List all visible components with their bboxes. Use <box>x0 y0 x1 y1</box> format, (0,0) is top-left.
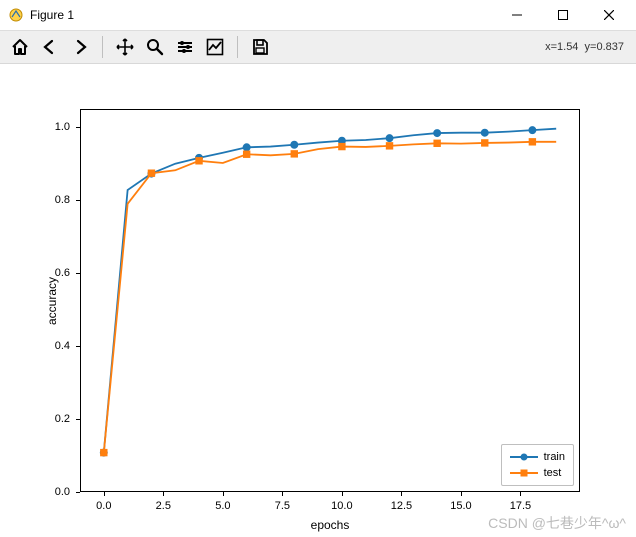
toolbar-divider <box>237 36 238 58</box>
home-button[interactable] <box>6 34 34 60</box>
y-tick <box>76 200 80 201</box>
zoom-button[interactable] <box>141 34 169 60</box>
y-tick-label: 0.8 <box>55 194 70 206</box>
y-tick-label: 0.4 <box>55 340 70 352</box>
legend-label: test <box>544 467 562 479</box>
forward-button[interactable] <box>66 34 94 60</box>
x-tick <box>401 492 402 496</box>
marker-test <box>291 151 297 157</box>
title-bar: Figure 1 <box>0 0 636 31</box>
legend: train test <box>501 444 574 486</box>
marker-test <box>101 449 107 455</box>
legend-entry-train: train <box>510 449 565 465</box>
y-tick-label: 1.0 <box>55 121 70 133</box>
marker-test <box>196 158 202 164</box>
x-tick <box>104 492 105 496</box>
figure-window: Figure 1 <box>0 0 636 537</box>
marker-test <box>386 143 392 149</box>
series-line-test <box>104 142 556 453</box>
x-axis-label: epochs <box>311 518 350 532</box>
marker-test <box>529 139 535 145</box>
marker-train <box>243 144 250 151</box>
y-tick <box>76 127 80 128</box>
back-button[interactable] <box>36 34 64 60</box>
y-tick <box>76 492 80 493</box>
marker-test <box>434 140 440 146</box>
axes: 0.02.55.07.510.012.515.017.5 0.00.20.40.… <box>80 109 580 492</box>
x-tick <box>342 492 343 496</box>
marker-train <box>434 130 441 137</box>
toolbar: x=1.54 y=0.837 <box>0 31 636 64</box>
watermark: CSDN @七巷少年^ω^ <box>488 513 626 533</box>
marker-test <box>339 143 345 149</box>
marker-test <box>243 151 249 157</box>
cursor-coords: x=1.54 y=0.837 <box>545 41 630 53</box>
y-tick-label: 0.2 <box>55 413 70 425</box>
legend-entry-test: test <box>510 465 565 481</box>
marker-test <box>148 170 154 176</box>
marker-test <box>482 140 488 146</box>
y-axis-label: accuracy <box>45 276 59 324</box>
y-tick <box>76 346 80 347</box>
x-tick-label: 15.0 <box>450 500 471 512</box>
x-tick <box>163 492 164 496</box>
minimize-button[interactable] <box>494 0 540 30</box>
x-tick-label: 17.5 <box>510 500 531 512</box>
x-tick <box>520 492 521 496</box>
close-button[interactable] <box>586 0 632 30</box>
series-line-train <box>104 129 556 453</box>
app-icon <box>8 7 24 23</box>
plot-canvas <box>80 109 580 492</box>
x-tick <box>282 492 283 496</box>
y-tick-label: 0.0 <box>55 486 70 498</box>
legend-label: train <box>544 451 565 463</box>
plot-area[interactable]: 0.0 2.5 5.0 7.5 10.0 12.5 15.0 17.5 0.0 0.2 0.4 0.… <box>0 64 636 537</box>
window-title: Figure 1 <box>30 8 74 22</box>
pan-button[interactable] <box>111 34 139 60</box>
x-tick-label: 12.5 <box>391 500 412 512</box>
x-tick-label: 0.0 <box>96 500 111 512</box>
x-tick-label: 10.0 <box>331 500 352 512</box>
marker-train <box>481 129 488 136</box>
x-tick-label: 7.5 <box>275 500 290 512</box>
maximize-button[interactable] <box>540 0 586 30</box>
marker-train <box>529 127 536 134</box>
x-tick <box>461 492 462 496</box>
y-tick <box>76 419 80 420</box>
y-tick <box>76 273 80 274</box>
save-button[interactable] <box>246 34 274 60</box>
x-tick-label: 5.0 <box>215 500 230 512</box>
toolbar-divider <box>102 36 103 58</box>
x-tick-label: 2.5 <box>156 500 171 512</box>
configure-button[interactable] <box>171 34 199 60</box>
marker-train <box>386 135 393 142</box>
edit-axes-button[interactable] <box>201 34 229 60</box>
x-tick <box>223 492 224 496</box>
marker-train <box>291 141 298 148</box>
